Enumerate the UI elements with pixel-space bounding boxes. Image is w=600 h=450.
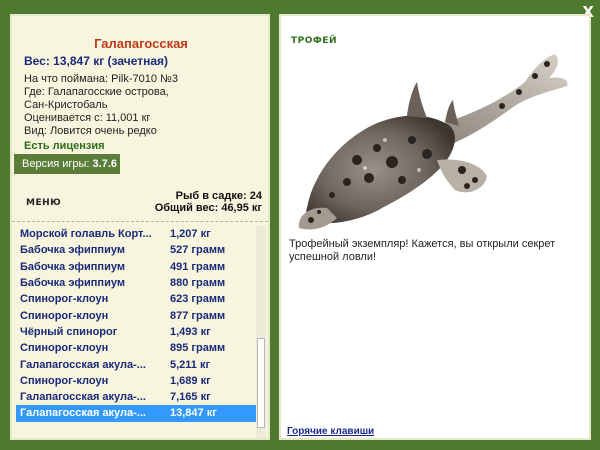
list-item[interactable]: Чёрный спинорог 1,493 кг: [16, 324, 264, 340]
fish-weight: Вес: 13,847 кг (зачетная): [24, 54, 169, 68]
fish-name-cell: Галапагосская акула-...: [20, 407, 146, 420]
fish-info: Галапагосская Вес: 13,847 кг (зачетная) …: [12, 16, 268, 156]
fish-name-cell: Галапагосская акула-...: [20, 391, 146, 404]
fish-name-cell: Чёрный спинорог: [20, 325, 118, 338]
list-item[interactable]: Галапагосская акула-... 13,847 кг: [16, 405, 264, 422]
list-item[interactable]: Бабочка эфиппиум 491 грамм: [16, 259, 264, 275]
rarity-line: Вид: Ловится очень редко: [24, 125, 157, 137]
catch-list[interactable]: Морской голавль Корт... 1,207 кг Бабочка э…: [16, 226, 264, 438]
menu-button[interactable]: МЕНЮ: [26, 198, 61, 208]
list-item[interactable]: Спинорог-клоун 623 грамм: [16, 291, 264, 307]
list-item[interactable]: Бабочка эфиппиум 880 грамм: [16, 275, 264, 291]
fish-weight-cell: 877 грамм: [170, 309, 226, 322]
total-weight: Общий вес: 46,95 кг: [154, 202, 262, 214]
fish-name-cell: Бабочка эфиппиум: [20, 244, 125, 257]
fish-weight-cell: 1,493 кг: [170, 325, 211, 338]
license-status: Есть лицензия: [24, 140, 105, 152]
version-value: 3.7.6: [92, 158, 117, 170]
fish-name-cell: Спинорог-клоун: [20, 374, 109, 387]
fish-weight-cell: 13,847 кг: [170, 407, 217, 420]
list-item[interactable]: Спинорог-клоун 877 грамм: [16, 307, 264, 323]
fish-weight-cell: 491 грамм: [170, 260, 226, 273]
divider: [12, 221, 268, 222]
fish-name-cell: Бабочка эфиппиум: [20, 260, 125, 273]
shark-image: [298, 54, 568, 230]
trophy-label: ТРОФЕЙ: [291, 36, 337, 46]
hotkeys-link[interactable]: Горячие клавиши: [287, 426, 374, 437]
bait-line: На что поймана: Pilk-7010 №3: [24, 73, 178, 85]
list-item[interactable]: Галапагосская акула-... 7,165 кг: [16, 389, 264, 405]
fish-weight-cell: 7,165 кг: [170, 391, 211, 404]
trophy-panel: ТРОФЕЙ Трофейный экземпляр! Кажется, вы …: [279, 14, 591, 440]
list-item[interactable]: Бабочка эфиппиум 527 грамм: [16, 242, 264, 258]
fish-weight-cell: 1,689 кг: [170, 374, 211, 387]
fish-name: Галапагосская: [94, 36, 188, 51]
scrollbar[interactable]: [256, 226, 266, 438]
fish-weight-cell: 5,211 кг: [170, 358, 211, 371]
fish-weight-cell: 527 грамм: [170, 244, 226, 257]
cage-count: Рыб в садке: 24: [175, 190, 262, 202]
list-item[interactable]: Галапагосская акула-... 5,211 кг: [16, 356, 264, 372]
fish-weight-cell: 880 грамм: [170, 277, 226, 290]
version-badge: Версия игры: 3.7.6: [14, 154, 120, 174]
catch-stats: Рыб в садке: 24 Общий вес: 46,95 кг: [155, 190, 262, 214]
fish-name-cell: Спинорог-клоун: [20, 293, 109, 306]
fish-name-cell: Спинорог-клоун: [20, 342, 109, 355]
fish-name-cell: Спинорог-клоун: [20, 309, 109, 322]
fish-weight-cell: 895 грамм: [170, 342, 226, 355]
location-line: Где: Галапагосские острова,: [24, 86, 169, 98]
list-item[interactable]: Спинорог-клоун 1,689 кг: [16, 373, 264, 389]
location-line-2: Сан-Кристобаль: [24, 99, 108, 111]
list-item[interactable]: Морской голавль Корт... 1,207 кг: [16, 226, 264, 242]
rating-line: Оценивается с: 11,001 кг: [24, 112, 151, 124]
fish-name-cell: Морской голавль Корт...: [20, 228, 152, 241]
info-panel: Галапагосская Вес: 13,847 кг (зачетная) …: [10, 14, 270, 440]
fish-name-cell: Бабочка эфиппиум: [20, 277, 125, 290]
fish-name-cell: Галапагосская акула-...: [20, 358, 146, 371]
list-item[interactable]: Спинорог-клоун 895 грамм: [16, 340, 264, 356]
trophy-text: Трофейный экземпляр! Кажется, вы открыли…: [289, 238, 556, 263]
fish-weight-cell: 1,207 кг: [170, 228, 211, 241]
version-label: Версия игры:: [22, 158, 90, 170]
scrollbar-thumb[interactable]: [257, 338, 265, 428]
fish-weight-cell: 623 грамм: [170, 293, 226, 306]
